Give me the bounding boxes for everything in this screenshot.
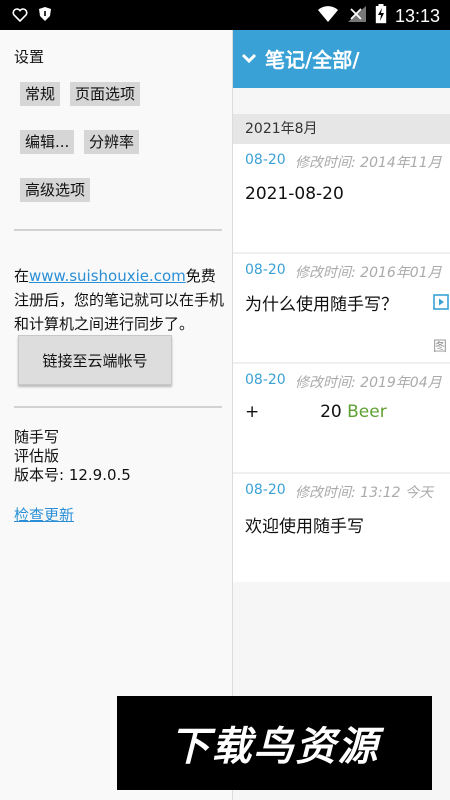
chip-advanced-options[interactable]: 高级选项 <box>20 178 91 202</box>
item-quantity: 20 <box>320 402 342 422</box>
app-name: 随手写 <box>14 428 60 446</box>
chip-edit[interactable]: 编辑... <box>20 130 75 154</box>
note-date: 08-20 <box>245 152 286 168</box>
settings-drawer: 设置 常规 页面选项 编辑... 分辨率 高级选项 在www.suishouxi… <box>0 30 233 800</box>
website-link[interactable]: www.suishouxie.com <box>29 267 186 285</box>
video-icon <box>433 294 449 314</box>
note-item[interactable]: 08-20 修改时间: 2016年01月 为什么使用随手写？ 图 <box>233 254 450 362</box>
sync-description: 在www.suishouxie.com免费注册后，您的笔记就可以在手机和计算机之… <box>14 264 226 336</box>
battery-icon <box>375 4 387 28</box>
chip-resolution[interactable]: 分辨率 <box>84 130 140 154</box>
note-modified-time: 修改时间: 13:12 今天 <box>295 485 433 501</box>
chip-page-options[interactable]: 页面选项 <box>70 82 141 106</box>
note-date: 08-20 <box>245 482 286 498</box>
chip-general[interactable]: 常规 <box>20 82 61 106</box>
link-cloud-account-button[interactable]: 链接至云端帐号 <box>18 335 172 385</box>
note-item[interactable]: 08-20 修改时间: 2019年04月 + 20 Beer <box>233 364 450 472</box>
note-body: + 20 Beer <box>245 402 387 422</box>
app-info: 随手写 评估版 版本号: 12.9.0.5 <box>14 428 131 485</box>
sync-prefix: 在 <box>14 267 30 285</box>
drawer-title: 设置 <box>14 48 45 66</box>
check-update-link[interactable]: 检查更新 <box>14 504 74 525</box>
app-edition: 评估版 <box>14 447 60 465</box>
note-modified-time: 修改时间: 2016年01月 <box>295 265 442 281</box>
notes-header: 笔记/全部/ <box>233 30 450 88</box>
image-label: 图 <box>433 339 447 355</box>
divider <box>14 406 222 408</box>
divider <box>14 229 222 231</box>
notes-folder-title[interactable]: 笔记/全部/ <box>265 44 360 73</box>
note-date: 08-20 <box>245 262 286 278</box>
wifi-icon <box>317 5 339 27</box>
note-modified-time: 修改时间: 2014年11月 <box>295 155 442 171</box>
note-date: 08-20 <box>245 372 286 388</box>
signal-icon <box>347 5 367 27</box>
chevron-down-icon[interactable] <box>239 48 259 72</box>
note-body: 为什么使用随手写？ <box>245 295 398 315</box>
checkbox-plus: + <box>245 402 260 422</box>
app-screen: 设置 常规 页面选项 编辑... 分辨率 高级选项 在www.suishouxi… <box>0 30 450 800</box>
note-item[interactable]: 08-20 修改时间: 2014年11月 2021-08-20 <box>233 144 450 252</box>
note-body: 2021-08-20 <box>245 184 344 204</box>
note-body: 欢迎使用随手写 <box>245 517 364 537</box>
heart-icon <box>12 7 28 26</box>
watermark-banner: 下载鸟资源 <box>117 696 432 790</box>
item-name: Beer <box>347 402 387 422</box>
notes-panel: 笔记/全部/ 2021年8月 08-20 修改时间: 2014年11月 2021… <box>233 30 450 800</box>
note-modified-time: 修改时间: 2019年04月 <box>295 375 442 391</box>
clock-time: 13:13 <box>394 5 440 26</box>
note-item[interactable]: 08-20 修改时间: 13:12 今天 欢迎使用随手写 <box>233 474 450 582</box>
month-header: 2021年8月 <box>233 114 450 144</box>
app-version: 版本号: 12.9.0.5 <box>14 466 131 484</box>
status-bar: 13:13 <box>0 0 450 30</box>
shield-icon <box>38 6 52 26</box>
